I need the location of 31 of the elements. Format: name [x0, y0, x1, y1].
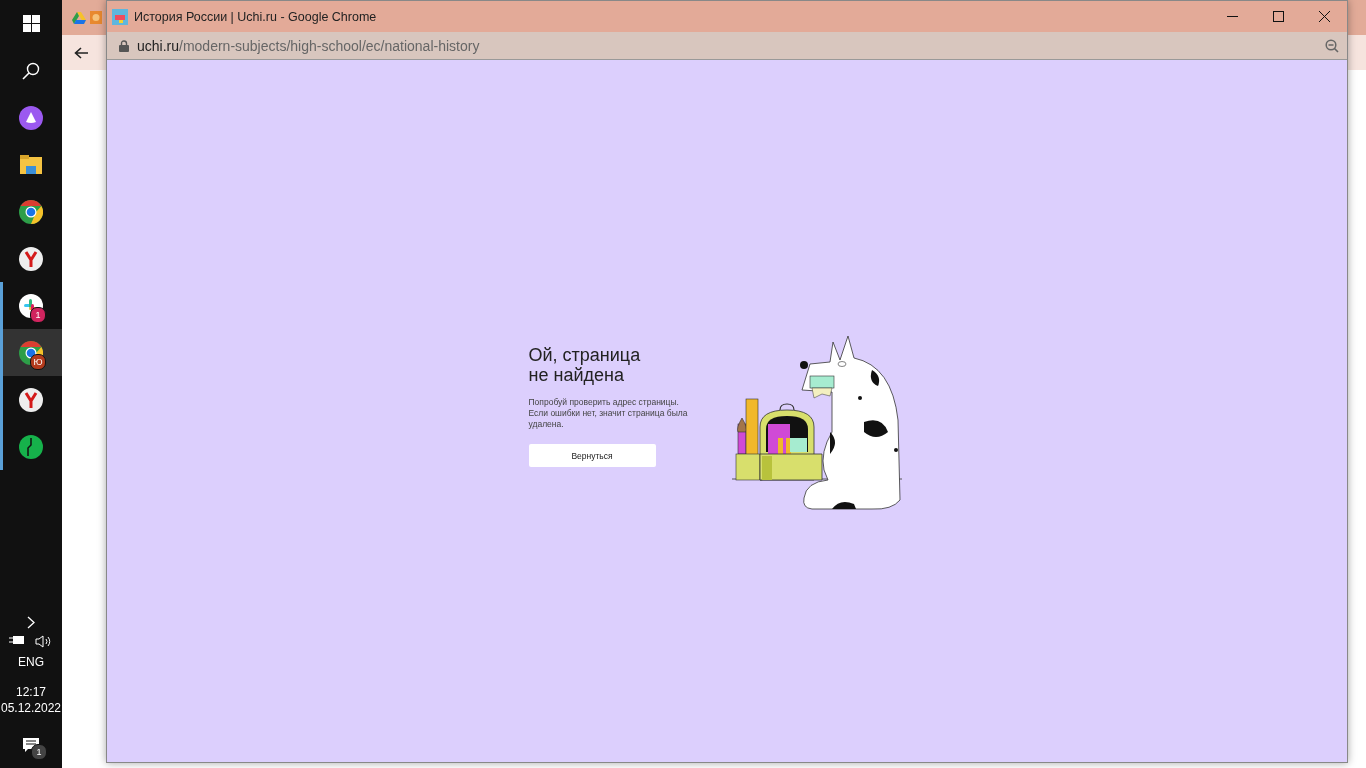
- yandex-browser-icon: [19, 387, 43, 412]
- maximize-icon: [1272, 11, 1284, 22]
- clock-time[interactable]: 12:17: [16, 684, 46, 700]
- notification-count: 1: [31, 744, 47, 760]
- close-icon: [1318, 11, 1330, 22]
- folder-icon: [20, 154, 42, 175]
- language-indicator[interactable]: ENG: [18, 654, 44, 670]
- notification-badge: Ю: [30, 354, 46, 370]
- battery-icon[interactable]: [9, 635, 25, 645]
- error-description: Попробуй проверить адрес страницы. Если ошибки нет, значит страница была удалена.: [528, 397, 689, 430]
- yandex-browser-icon: [19, 246, 43, 271]
- notification-badge: 1: [30, 307, 46, 323]
- window-title: История России | Uchi.ru - Google Chrome: [134, 9, 378, 24]
- back-arrow-icon[interactable]: [74, 46, 88, 59]
- error-heading: Ой, страница не найдена: [528, 345, 642, 385]
- chevron-icon[interactable]: [27, 616, 35, 629]
- voice-assistant-icon: [19, 105, 43, 130]
- taskbar-app-button[interactable]: 1: [0, 282, 62, 329]
- app-logo-icon: [19, 434, 43, 459]
- lock-icon[interactable]: [119, 39, 129, 52]
- volume-icon[interactable]: [35, 635, 53, 648]
- site-favicon-icon: [112, 8, 128, 25]
- return-button[interactable]: Вернуться: [528, 444, 656, 467]
- minimize-icon: [1226, 15, 1238, 18]
- zoom-out-icon[interactable]: [1325, 38, 1339, 53]
- drive-icon[interactable]: [72, 11, 86, 24]
- taskbar-app-button[interactable]: Ю: [0, 329, 62, 376]
- clock-date[interactable]: 05.12.2022: [0, 700, 62, 716]
- chrome-icon: [19, 199, 43, 224]
- search-icon[interactable]: [22, 61, 40, 80]
- windows-logo-icon: [22, 15, 40, 32]
